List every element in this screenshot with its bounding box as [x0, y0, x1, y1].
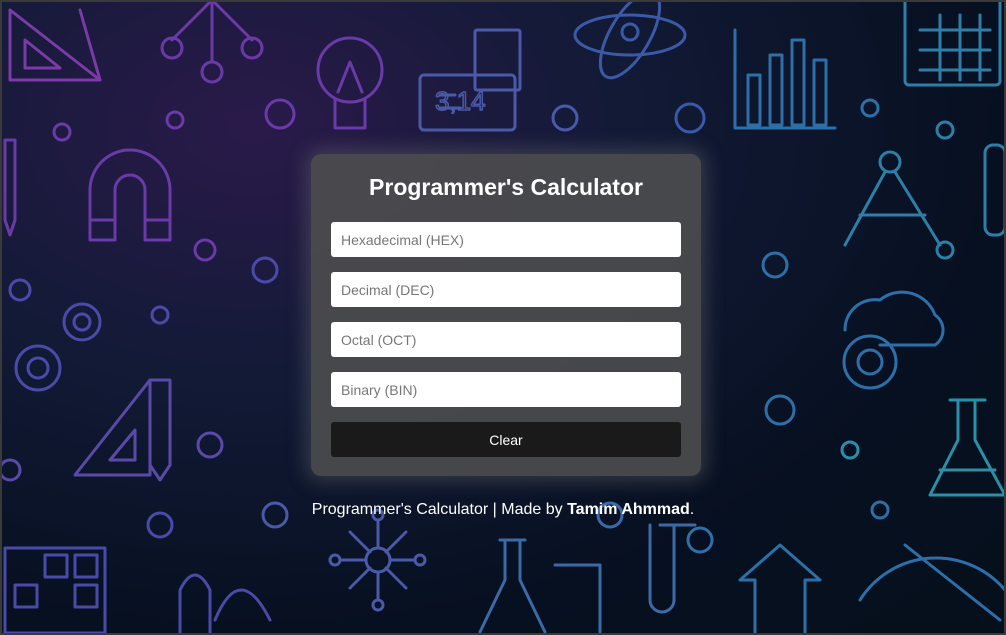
dec-input[interactable] — [331, 272, 681, 307]
page-background: 3,14 Programmer's Calculator Hexadecimal… — [0, 0, 1006, 635]
pencil-icon — [3, 122, 72, 237]
calculator-display-icon: 3,14 — [418, 28, 579, 132]
atom-icon — [573, 0, 706, 134]
calculator-card: Programmer's Calculator Clear — [311, 154, 701, 476]
hex-input[interactable] — [331, 222, 681, 257]
gears-icon — [8, 256, 279, 392]
molecule-icon — [160, 0, 296, 130]
magnet-icon — [88, 148, 217, 262]
footer-credit: Programmer's Calculator | Made by Tamim … — [0, 501, 1006, 519]
footer-suffix: . — [689, 501, 695, 518]
cloud-gear-icon — [761, 251, 945, 426]
light-bulb-icon — [316, 36, 384, 130]
bin-input[interactable] — [331, 372, 681, 407]
page-title: Programmer's Calculator — [369, 174, 643, 200]
footer-text: Programmer's Calculator | Made by — [311, 501, 568, 518]
svg-text:3,14: 3,14 — [435, 86, 486, 116]
flask-icon — [840, 398, 1006, 497]
bar-chart-icon — [733, 28, 880, 130]
calculator-icon — [903, 0, 1002, 140]
arrows-up-icon — [686, 500, 1006, 634]
set-square-icon — [0, 378, 224, 482]
oct-input[interactable] — [331, 322, 681, 357]
binary-grid-icon — [3, 511, 272, 635]
network-icon — [261, 501, 427, 612]
beaker-icon — [478, 501, 697, 634]
author-name: Tamim Ahmmad — [567, 501, 690, 518]
clear-button[interactable]: Clear — [331, 422, 681, 457]
set-square-icon — [8, 8, 102, 82]
compass-icon — [843, 143, 1006, 260]
